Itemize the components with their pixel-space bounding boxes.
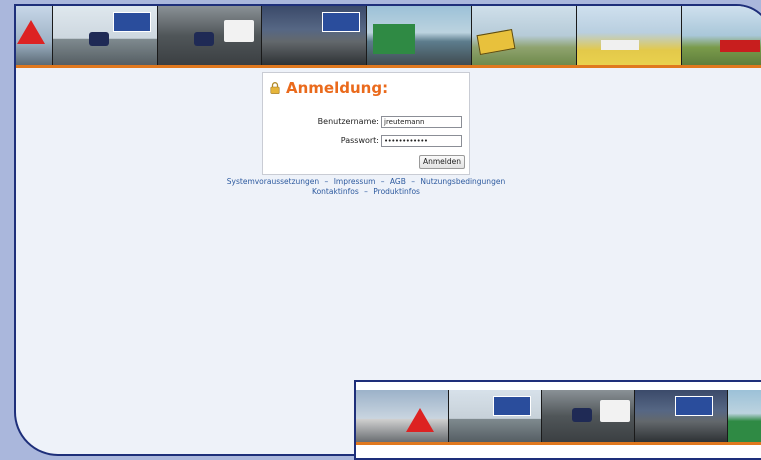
link-impressum[interactable]: Impressum [334,177,376,186]
link-kontaktinfos[interactable]: Kontaktinfos [312,187,359,196]
password-label: Passwort: [340,136,379,145]
login-title: Anmeldung: [286,79,389,97]
van-icon [600,400,630,422]
banner-photo-red-truck [682,6,761,65]
login-panel: Anmeldung: Benutzername: jreutemann Pass… [262,72,470,175]
link-systemvoraussetzungen[interactable]: Systemvoraussetzungen [227,177,319,186]
username-input[interactable]: jreutemann [381,116,462,128]
link-agb[interactable]: AGB [390,177,406,186]
banner-photo-detour-sign [472,6,577,65]
highway-sign-icon [322,12,360,32]
link-separator: – [411,177,416,186]
preview-banner [356,390,761,445]
footer-links: Systemvoraussetzungen – Impressum – AGB … [136,177,596,197]
preview-photo-highway-cars [542,390,635,442]
link-separator: – [364,187,368,196]
preview-photo-traffic-jam [635,390,728,442]
preview-photo-warning-sign [356,390,449,442]
banner-photo-warning-sign [16,6,53,65]
link-separator: – [380,177,385,186]
banner-photo-highway-cars [158,6,262,65]
highway-sign-icon [113,12,151,32]
username-label: Benutzername: [317,117,379,126]
van-icon [224,20,254,42]
car-icon [89,32,109,46]
banner-photo-trucks [367,6,472,65]
truck-icon [373,24,415,54]
highway-sign-icon [675,396,713,416]
header-banner [16,6,761,68]
password-input[interactable]: •••••••••••• [381,135,462,147]
warning-triangle-icon [406,408,434,432]
warning-triangle-icon [17,20,45,44]
tanker-truck-icon [601,40,639,50]
banner-photo-traffic-jam [262,6,367,65]
link-produktinfos[interactable]: Produktinfos [373,187,420,196]
highway-sign-icon [493,396,531,416]
banner-photo-highway-sign [53,6,158,65]
car-icon [194,32,214,46]
lock-icon [270,82,280,94]
car-icon [572,408,592,422]
link-nutzungsbedingungen[interactable]: Nutzungsbedingungen [420,177,505,186]
login-submit-button[interactable]: Anmelden [418,155,465,169]
preview-window[interactable] [354,380,761,460]
detour-sign-icon [476,29,516,55]
truck-icon [720,40,760,52]
banner-photo-tanker-truck [577,6,682,65]
preview-photo-highway-sign [449,390,542,442]
link-separator: – [324,177,329,186]
preview-photo-trucks [728,390,761,442]
